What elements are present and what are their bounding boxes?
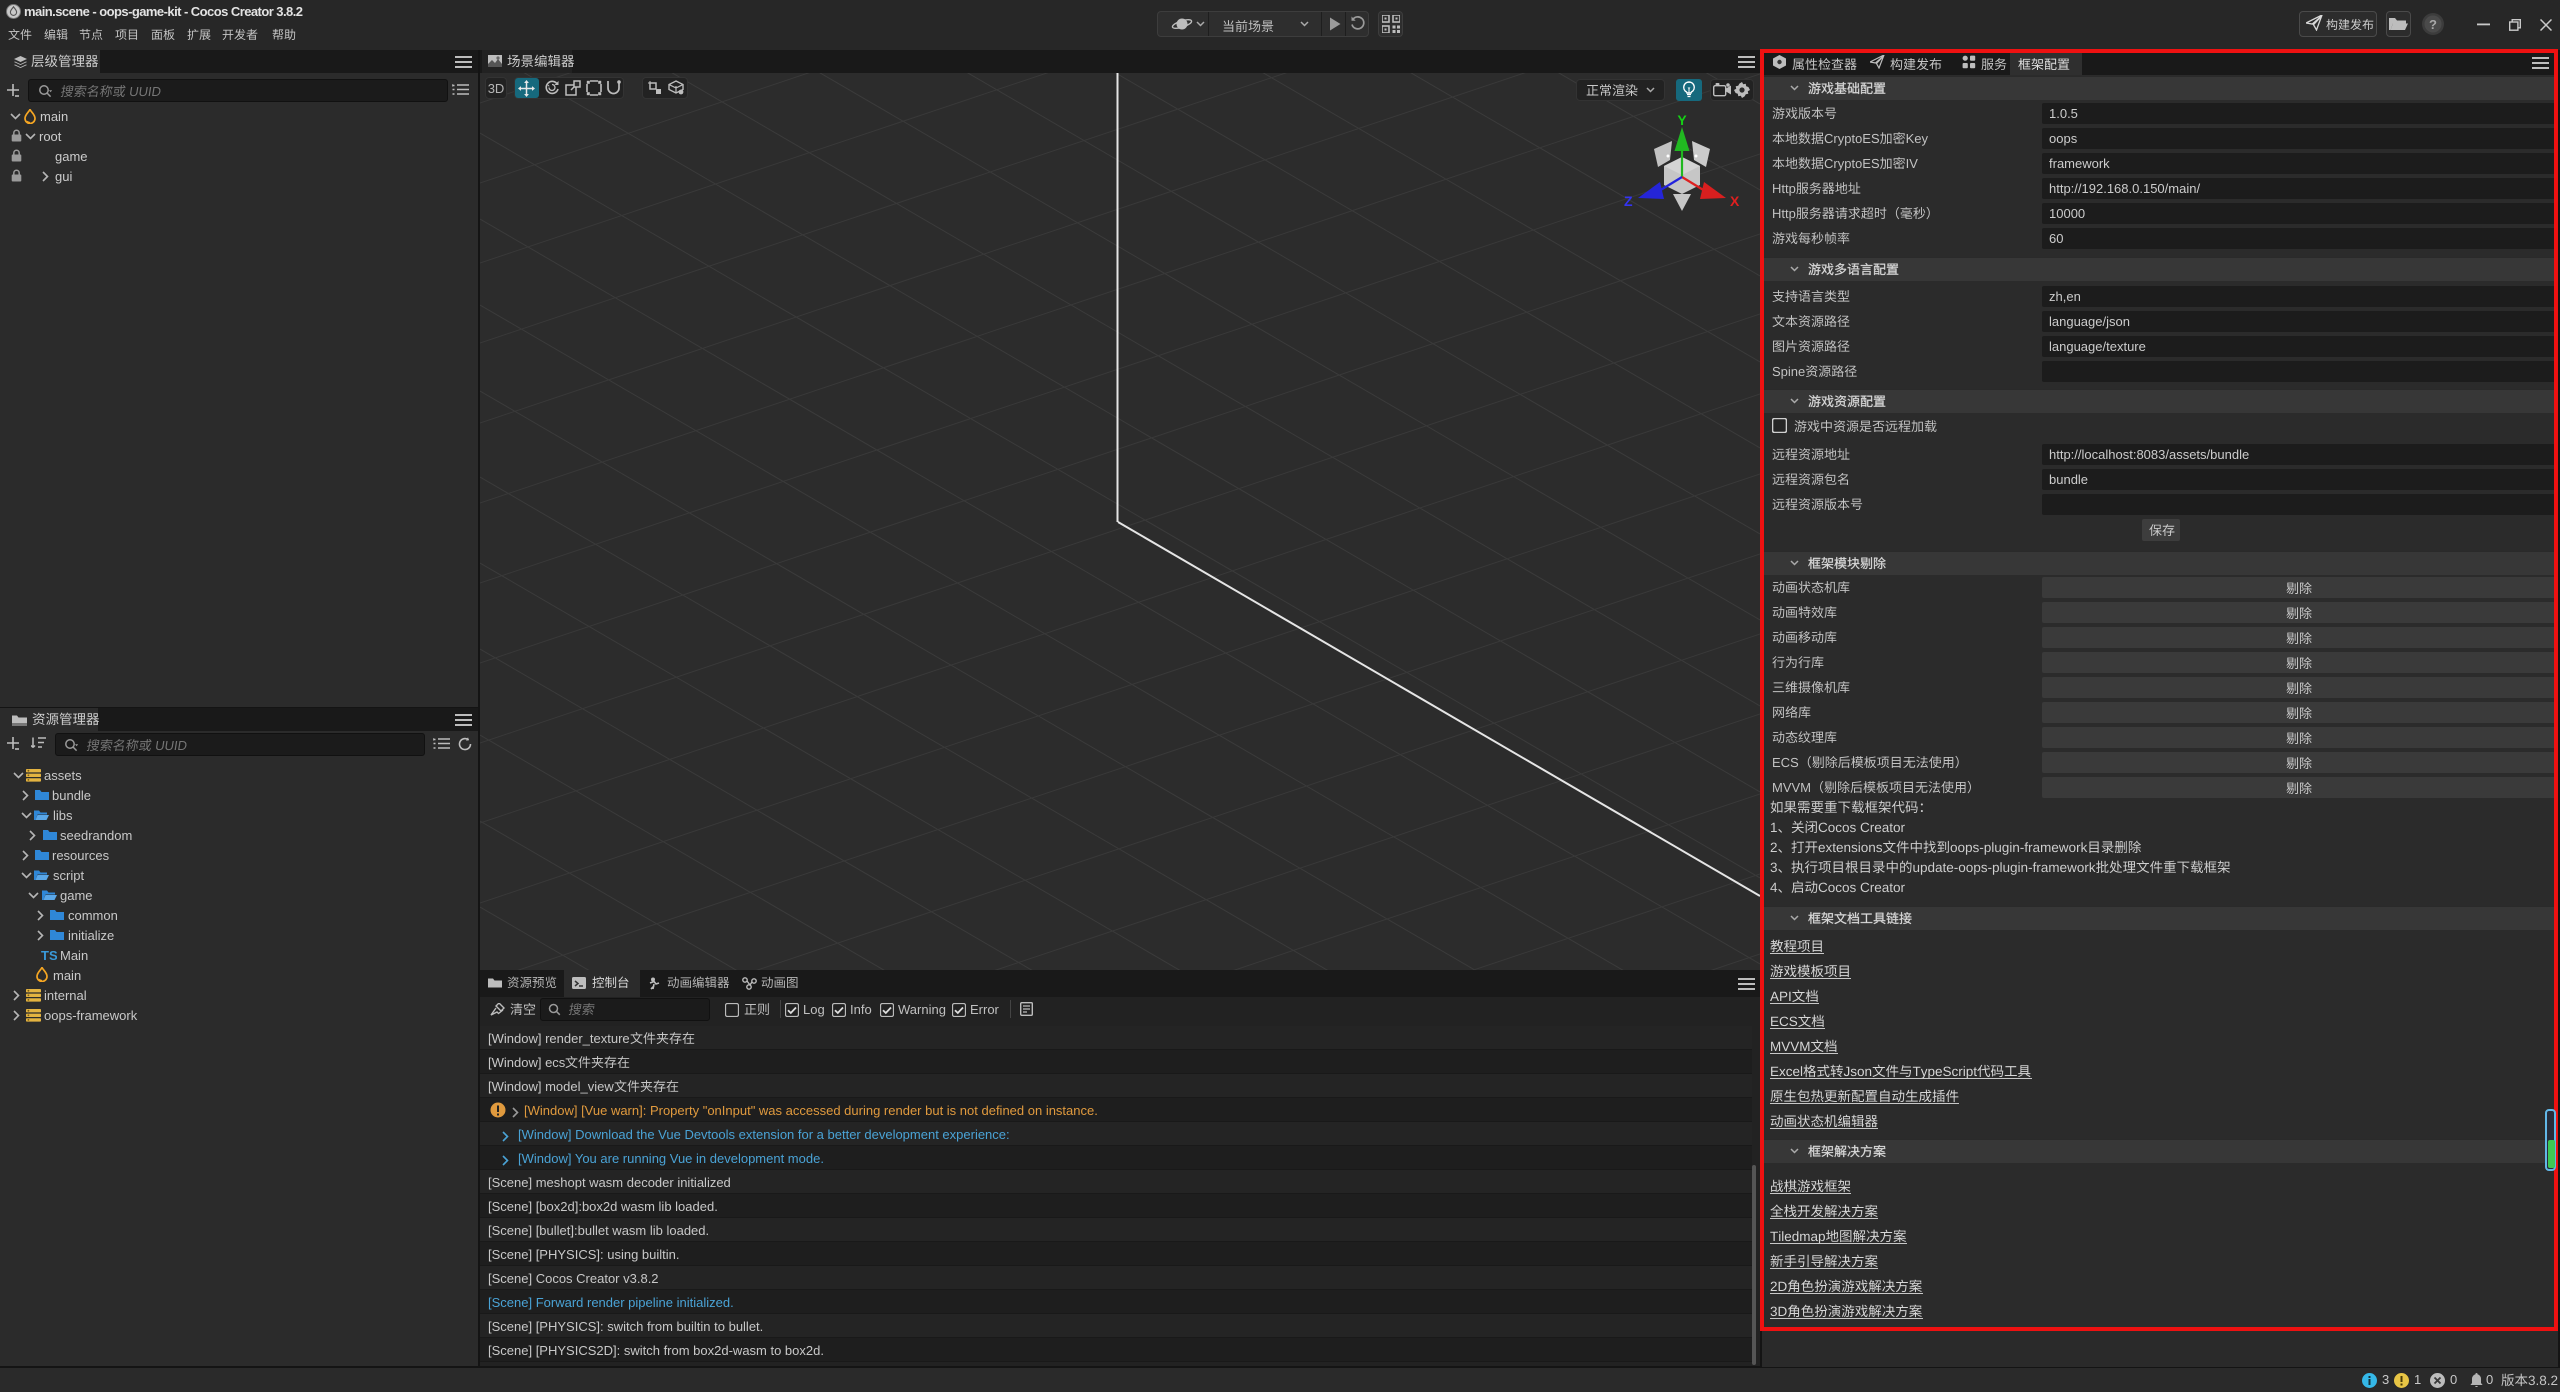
svg-text:Y: Y	[1677, 113, 1687, 128]
svg-text:?: ?	[2429, 17, 2437, 32]
svg-text:TS: TS	[41, 949, 57, 961]
svg-text:X: X	[1730, 193, 1740, 209]
svg-text:Z: Z	[1624, 193, 1633, 209]
